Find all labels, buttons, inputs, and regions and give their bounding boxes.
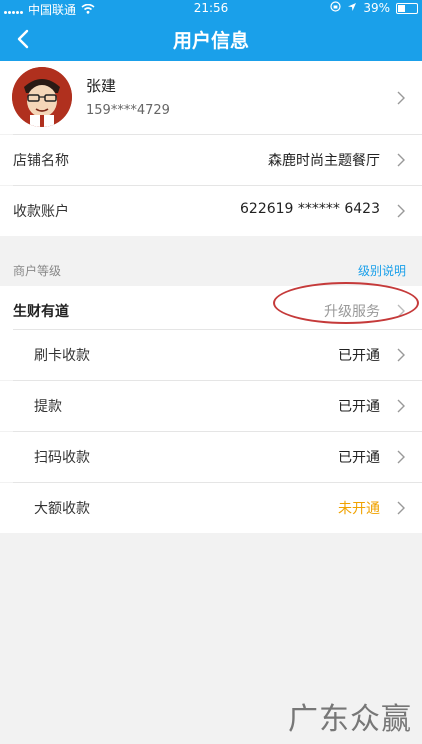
account-value: 622619 ****** 6423 xyxy=(240,201,380,217)
battery-percent: 39% xyxy=(363,1,390,15)
level-help-link[interactable]: 级别说明 xyxy=(358,262,406,279)
status-bar: 中国联通 21:56 39% xyxy=(0,0,422,17)
profile-row[interactable]: 张建 159****4729 xyxy=(0,61,422,134)
nav-bar: 用户信息 xyxy=(0,17,422,61)
rotation-lock-icon xyxy=(330,1,341,15)
annotation-ellipse xyxy=(273,282,419,324)
service-row-large[interactable]: 大额收款 未开通 xyxy=(0,483,422,533)
location-icon xyxy=(347,1,357,15)
service-label: 刷卡收款 xyxy=(34,348,90,364)
watermark: 广东众赢 xyxy=(288,702,412,737)
user-phone: 159****4729 xyxy=(86,103,170,118)
service-label: 大额收款 xyxy=(34,501,90,517)
tier-label: 生财有道 xyxy=(13,304,69,320)
service-status: 已开通 xyxy=(338,399,380,415)
service-row-card[interactable]: 刷卡收款 已开通 xyxy=(0,330,422,380)
chevron-right-icon xyxy=(396,450,406,464)
chevron-right-icon xyxy=(396,204,406,218)
chevron-right-icon xyxy=(396,153,406,167)
chevron-right-icon xyxy=(396,501,406,515)
service-row-withdraw[interactable]: 提款 已开通 xyxy=(0,381,422,431)
service-status: 已开通 xyxy=(338,348,380,364)
battery-icon xyxy=(396,2,418,14)
service-status: 未开通 xyxy=(338,501,380,517)
chevron-right-icon xyxy=(396,399,406,413)
store-name-row[interactable]: 店铺名称 森鹿时尚主题餐厅 xyxy=(0,135,422,185)
service-label: 扫码收款 xyxy=(34,450,90,466)
service-label: 提款 xyxy=(34,399,62,415)
page-title: 用户信息 xyxy=(172,30,249,52)
avatar-illustration-icon xyxy=(12,67,72,127)
chevron-right-icon xyxy=(396,91,406,105)
account-row[interactable]: 收款账户 622619 ****** 6423 xyxy=(0,186,422,236)
avatar xyxy=(12,67,72,127)
merchant-level-label: 商户等级 xyxy=(13,264,62,278)
service-status: 已开通 xyxy=(338,450,380,466)
account-label: 收款账户 xyxy=(13,204,69,220)
user-name: 张建 xyxy=(86,77,117,95)
store-name-value: 森鹿时尚主题餐厅 xyxy=(268,153,380,169)
chevron-right-icon xyxy=(396,348,406,362)
store-name-label: 店铺名称 xyxy=(13,153,69,169)
service-row-scan[interactable]: 扫码收款 已开通 xyxy=(0,432,422,482)
status-right: 39% xyxy=(330,1,418,15)
